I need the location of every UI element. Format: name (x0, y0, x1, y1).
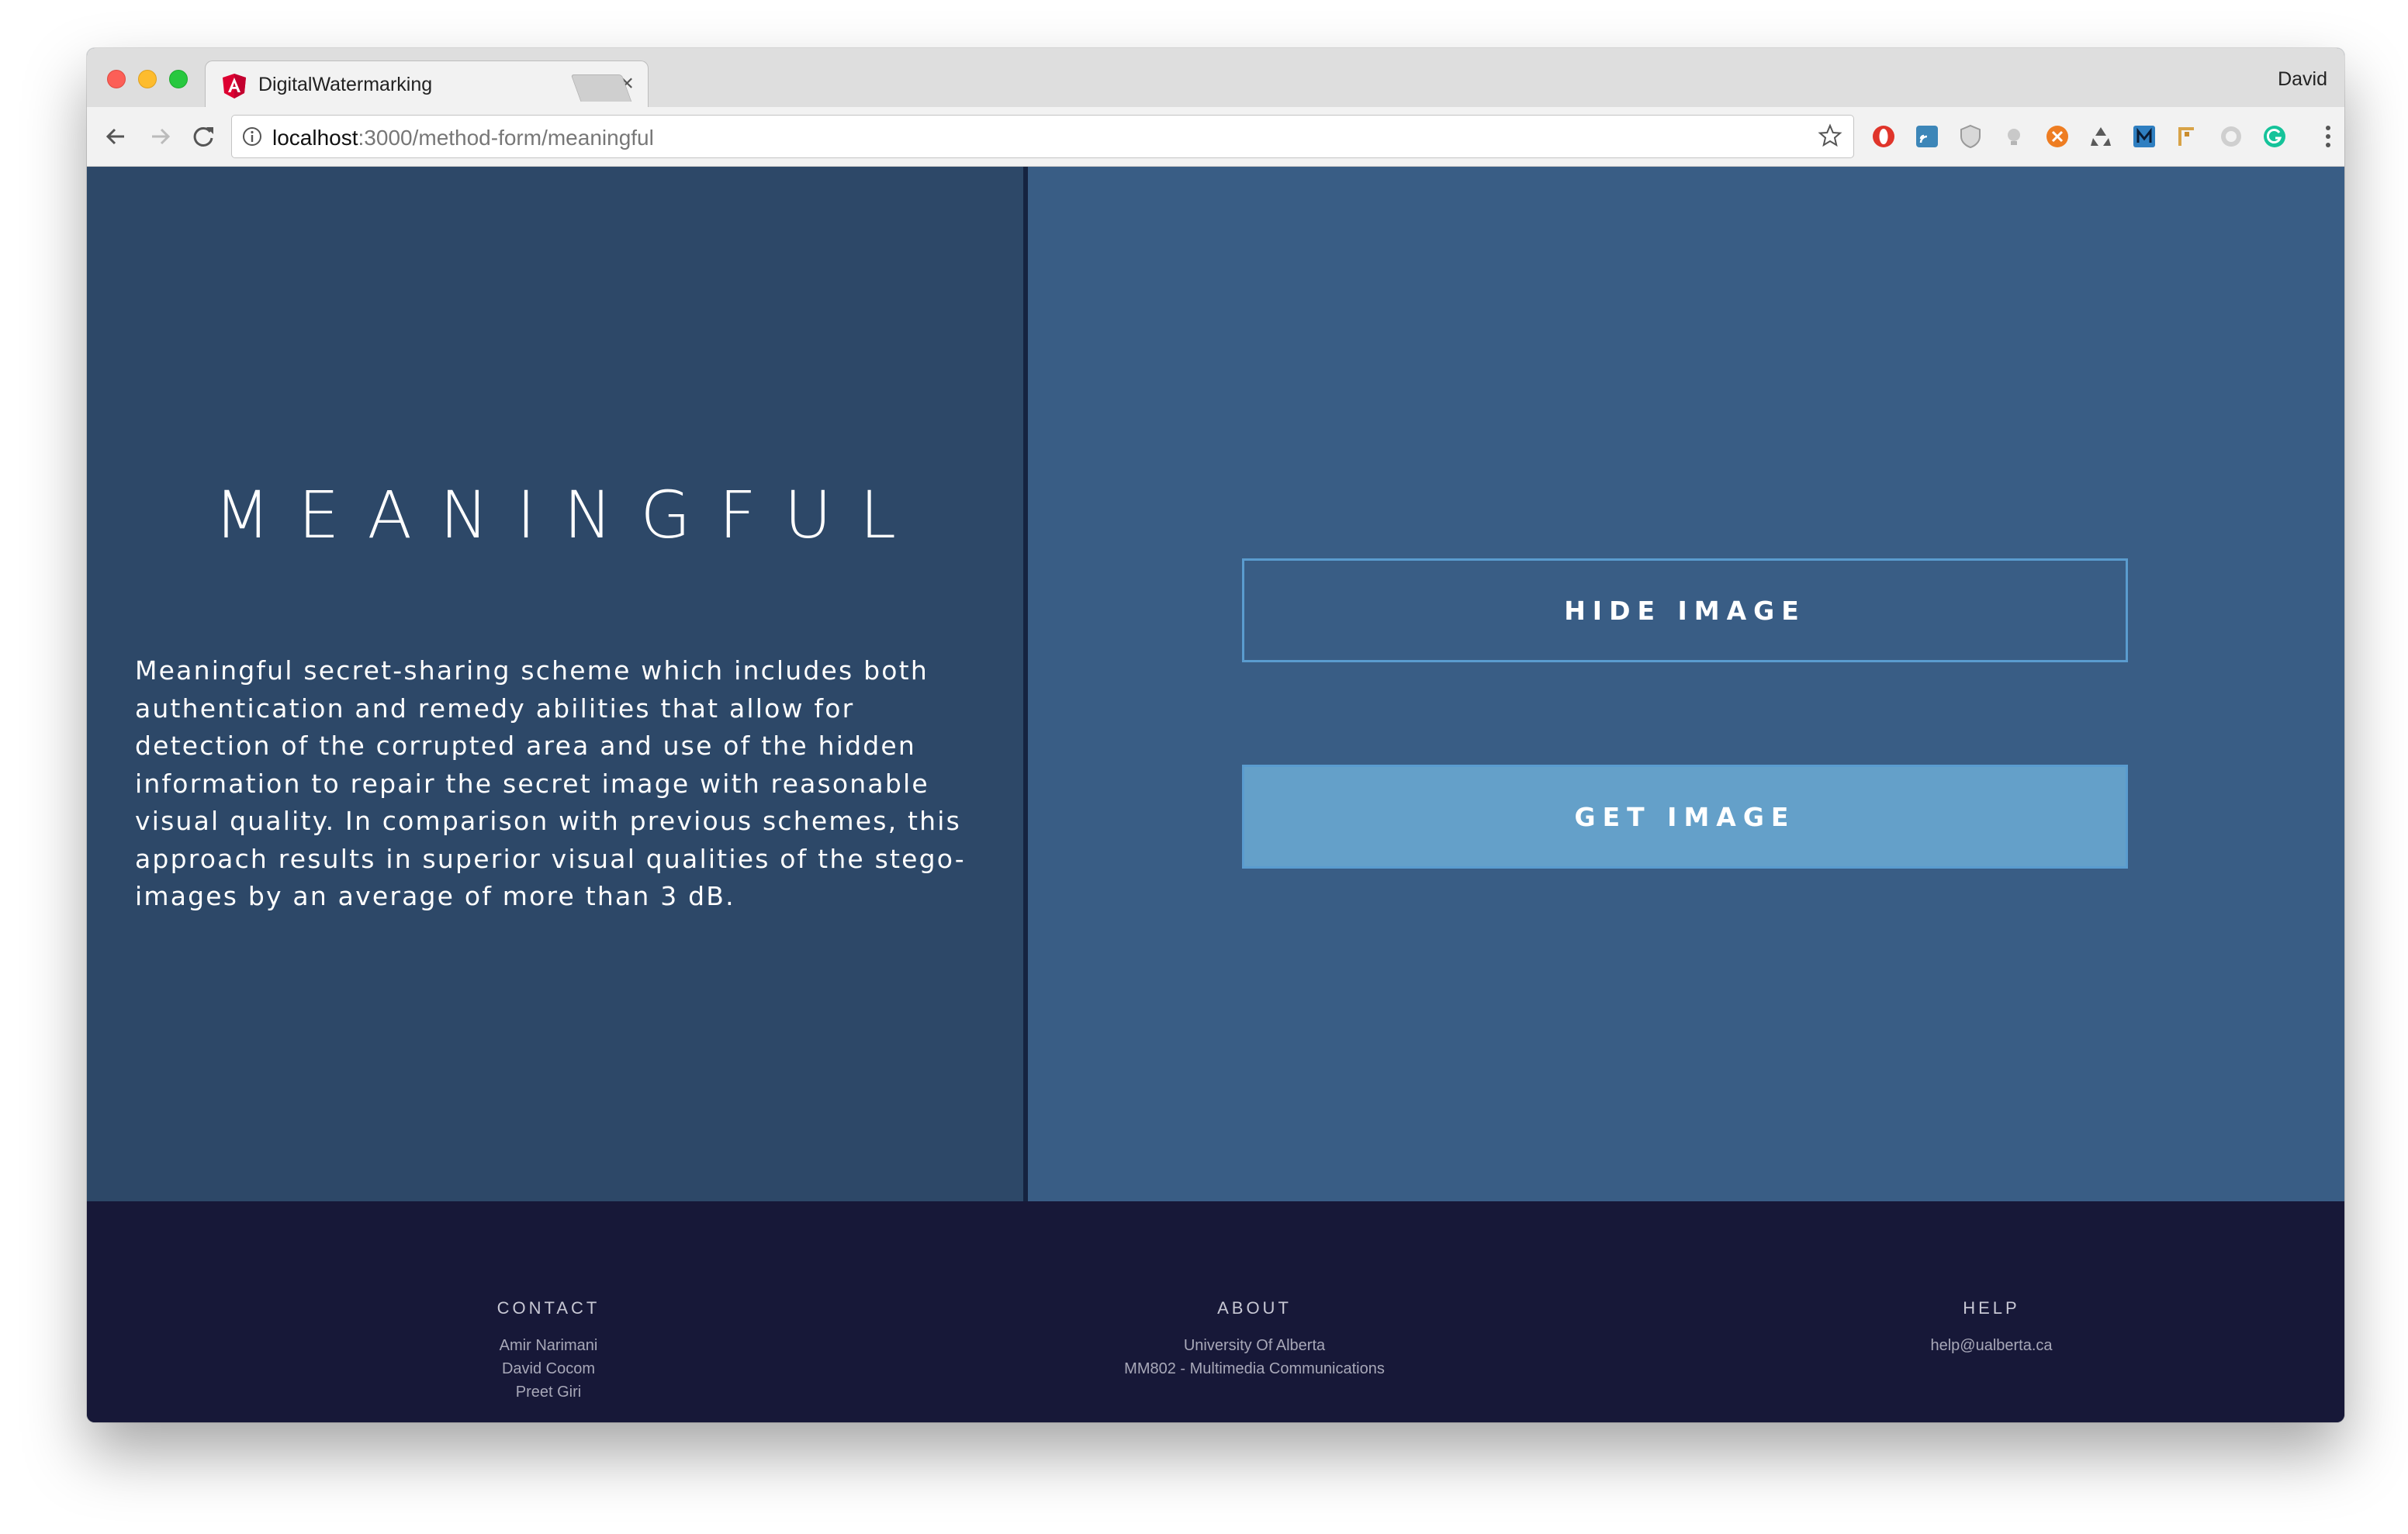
bulb-icon[interactable] (2001, 124, 2026, 149)
footer-contact-line: David Cocom (501, 1360, 596, 1377)
method-description: Meaningful secret-sharing scheme which i… (135, 655, 966, 911)
ghost-icon[interactable] (2219, 124, 2244, 149)
method-info-panel: MEANINGFUL Meaningful secret-sharing sch… (87, 167, 1023, 1201)
title-bar: DigitalWatermarking × David (87, 48, 2344, 109)
url-host: localhost (272, 126, 358, 150)
address-bar[interactable]: localhost:3000/method-form/meaningful (231, 115, 1854, 158)
browser-window: DigitalWatermarking × David localhost:30… (87, 48, 2344, 1422)
tab-title: DigitalWatermarking (258, 74, 433, 95)
ublock-icon[interactable] (2045, 124, 2070, 149)
close-window-icon[interactable] (107, 70, 126, 88)
browser-menu-icon[interactable] (2323, 123, 2334, 150)
info-icon[interactable] (241, 126, 263, 147)
footer-about: ABOUT University Of Alberta MM802 - Mult… (1022, 1298, 1487, 1380)
footer-help-heading: HELP (1963, 1298, 2020, 1318)
grammarly-icon[interactable] (2262, 124, 2287, 149)
url-path: :3000/method-form/meaningful (358, 126, 654, 150)
back-arrow-icon[interactable] (101, 121, 132, 152)
footer: CONTACT Amir Narimani David Cocom Preet … (87, 1201, 2344, 1422)
url-text: localhost:3000/method-form/meaningful (272, 126, 654, 150)
new-tab-button[interactable] (570, 74, 632, 102)
maximize-window-icon[interactable] (169, 70, 188, 88)
opera-icon[interactable] (1871, 124, 1896, 149)
minimize-window-icon[interactable] (138, 70, 157, 88)
forward-arrow-icon[interactable] (144, 121, 175, 152)
recycle-icon[interactable] (2088, 124, 2113, 149)
footer-contact-line: Amir Narimani (499, 1337, 598, 1354)
pen-icon[interactable] (2175, 124, 2200, 149)
footer-about-heading: ABOUT (1217, 1298, 1292, 1318)
footer-about-line: University Of Alberta (1183, 1337, 1326, 1354)
hide-image-button[interactable]: HIDE IMAGE (1242, 558, 2128, 662)
footer-contact-line: Preet Giri (515, 1384, 582, 1401)
browser-toolbar: localhost:3000/method-form/meaningful (87, 107, 2344, 167)
profile-name[interactable]: David (2278, 68, 2327, 91)
reload-icon[interactable] (188, 121, 219, 152)
get-image-button[interactable]: GET IMAGE (1242, 765, 2128, 869)
bookmark-star-icon[interactable] (1818, 123, 1842, 148)
angular-icon (223, 74, 246, 98)
shield-icon[interactable] (1958, 124, 1983, 149)
footer-about-line: MM802 - Multimedia Communications (1124, 1360, 1385, 1377)
m-extension-icon[interactable] (2132, 124, 2157, 149)
help-email-link[interactable]: help@ualberta.ca (1860, 1334, 2123, 1357)
cast-icon[interactable] (1915, 124, 1939, 149)
actions-panel (1028, 167, 2344, 1201)
footer-help: HELP help@ualberta.ca (1860, 1298, 2123, 1357)
footer-contact: CONTACT Amir Narimani David Cocom Preet … (420, 1298, 676, 1404)
footer-contact-heading: CONTACT (496, 1298, 600, 1318)
page-title: MEANINGFUL (213, 477, 925, 553)
page-viewport: MEANINGFUL Meaningful secret-sharing sch… (87, 167, 2344, 1422)
